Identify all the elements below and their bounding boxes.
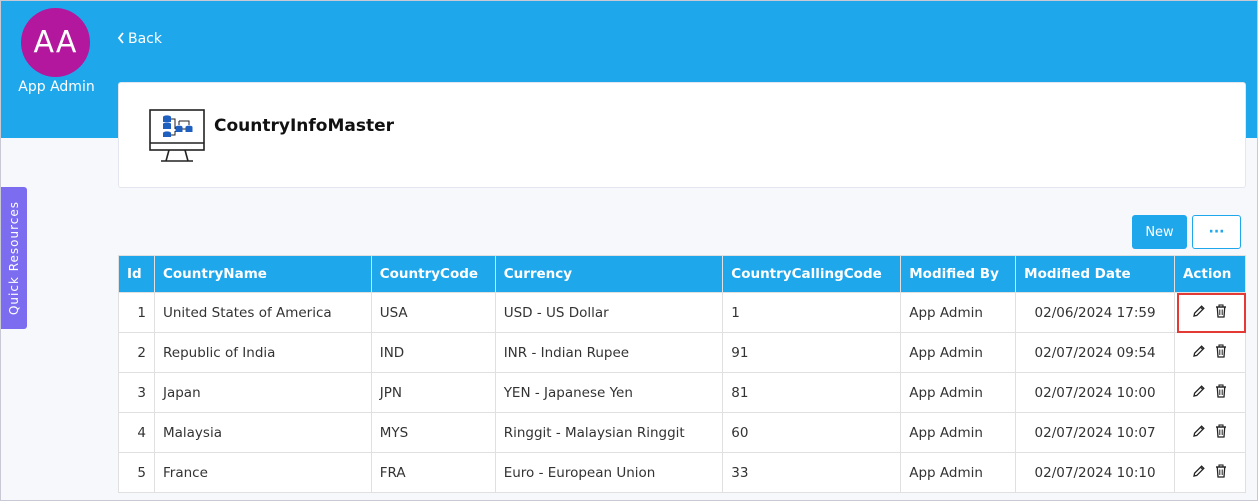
cell-modified-date: 02/07/2024 10:07 (1015, 412, 1175, 453)
cell-country-name: Republic of India (153, 332, 372, 373)
cell-currency: USD - US Dollar (494, 292, 724, 333)
column-header-id[interactable]: Id (118, 255, 155, 293)
pencil-icon[interactable] (1192, 384, 1206, 398)
cell-country-name: Japan (153, 372, 372, 413)
page-header-card: CountryInfoMaster (118, 82, 1246, 188)
cell-action (1173, 412, 1247, 453)
new-button[interactable]: New (1132, 215, 1187, 249)
cell-currency: Ringgit - Malaysian Ringgit (494, 412, 724, 453)
cell-action (1173, 332, 1247, 373)
cell-currency: YEN - Japanese Yen (494, 372, 724, 413)
cell-action (1173, 372, 1247, 413)
cell-modified-date: 02/07/2024 10:10 (1015, 452, 1175, 493)
cell-action (1173, 292, 1247, 333)
cell-modified-by: App Admin (900, 372, 1017, 413)
pencil-icon[interactable] (1192, 344, 1206, 358)
column-header-modified-by[interactable]: Modified By (900, 255, 1017, 293)
cell-id: 5 (118, 452, 155, 493)
database-monitor-icon (149, 109, 205, 165)
cell-country-code: FRA (370, 452, 496, 493)
pencil-icon[interactable] (1192, 424, 1206, 438)
cell-calling-code: 33 (722, 452, 902, 493)
cell-id: 2 (118, 332, 155, 373)
column-header-country-code[interactable]: CountryCode (370, 255, 496, 293)
cell-modified-by: App Admin (900, 412, 1017, 453)
quick-resources-tab[interactable]: Quick Resources (1, 187, 27, 329)
chevron-left-icon (117, 32, 125, 46)
cell-calling-code: 60 (722, 412, 902, 453)
cell-country-code: IND (370, 332, 496, 373)
country-table: Id CountryName CountryCode Currency Coun… (118, 255, 1247, 493)
column-header-currency[interactable]: Currency (494, 255, 724, 293)
pencil-icon[interactable] (1192, 304, 1206, 318)
column-header-calling-code[interactable]: CountryCallingCode (722, 255, 902, 293)
table-row[interactable]: 4 Malaysia MYS Ringgit - Malaysian Ringgit 6… (118, 412, 1247, 453)
trash-icon[interactable] (1215, 343, 1227, 358)
trash-icon[interactable] (1215, 383, 1227, 398)
cell-modified-by: App Admin (900, 292, 1017, 333)
page-title: CountryInfoMaster (214, 116, 395, 136)
trash-icon[interactable] (1215, 423, 1227, 438)
table-row[interactable]: 5 France FRA Euro - European Union 33 App Adm… (118, 452, 1247, 493)
column-header-action: Action (1173, 255, 1247, 293)
cell-currency: INR - Indian Rupee (494, 332, 724, 373)
back-link[interactable]: Back (117, 31, 162, 47)
cell-calling-code: 91 (722, 332, 902, 373)
cell-modified-by: App Admin (900, 332, 1017, 373)
cell-country-code: JPN (370, 372, 496, 413)
cell-calling-code: 81 (722, 372, 902, 413)
column-header-country-name[interactable]: CountryName (153, 255, 372, 293)
cell-country-name: United States of America (153, 292, 372, 333)
user-name: App Admin (18, 79, 95, 95)
cell-country-code: USA (370, 292, 496, 333)
back-label: Back (128, 31, 162, 47)
cell-id: 4 (118, 412, 155, 453)
app-frame: AA App Admin Back CountryInfoMaster Quic… (0, 0, 1258, 501)
trash-icon[interactable] (1215, 463, 1227, 478)
quick-resources-label: Quick Resources (7, 200, 21, 316)
more-options-button[interactable]: ··· (1192, 215, 1241, 249)
cell-country-code: MYS (370, 412, 496, 453)
cell-country-name: Malaysia (153, 412, 372, 453)
table-row[interactable]: 1 United States of America USA USD - US Dol… (118, 292, 1247, 333)
pencil-icon[interactable] (1192, 464, 1206, 478)
column-header-modified-date[interactable]: Modified Date (1015, 255, 1175, 293)
cell-id: 3 (118, 372, 155, 413)
cell-id: 1 (118, 292, 155, 333)
cell-modified-date: 02/07/2024 10:00 (1015, 372, 1175, 413)
cell-calling-code: 1 (722, 292, 902, 333)
trash-icon[interactable] (1215, 303, 1227, 318)
table-row[interactable]: 3 Japan JPN YEN - Japanese Yen 81 App Admin 02… (118, 372, 1247, 413)
table-row[interactable]: 2 Republic of India IND INR - Indian Rupee 9… (118, 332, 1247, 373)
cell-modified-date: 02/07/2024 09:54 (1015, 332, 1175, 373)
cell-currency: Euro - European Union (494, 452, 724, 493)
avatar[interactable]: AA (21, 8, 90, 77)
cell-country-name: France (153, 452, 372, 493)
cell-modified-date: 02/06/2024 17:59 (1015, 292, 1175, 333)
cell-action (1173, 452, 1247, 493)
table-header-row: Id CountryName CountryCode Currency Coun… (118, 255, 1247, 293)
cell-modified-by: App Admin (900, 452, 1017, 493)
